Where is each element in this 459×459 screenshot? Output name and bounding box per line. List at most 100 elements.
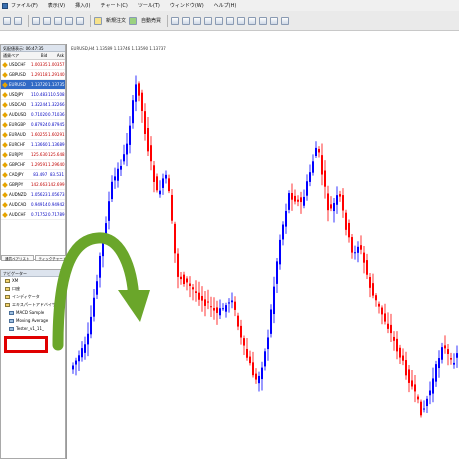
symbol-diamond-icon bbox=[2, 132, 8, 138]
candle-body bbox=[330, 204, 332, 209]
symbol-label: USDJPY bbox=[9, 92, 24, 97]
col-bid-header[interactable]: Bid bbox=[32, 52, 49, 59]
market-watch-row[interactable]: AUDCAD 0.94914 0.94942 bbox=[1, 200, 65, 210]
strategy-tester-button[interactable] bbox=[76, 16, 84, 25]
col-ask-header[interactable]: Ask bbox=[48, 52, 65, 59]
market-watch-row[interactable]: AUDUSD 0.71020 0.71036 bbox=[1, 110, 65, 120]
candle-body bbox=[456, 353, 458, 358]
symbol-label: EURJPY bbox=[9, 152, 24, 157]
candlestick-chart[interactable] bbox=[67, 44, 459, 459]
market-watch-row[interactable]: USDCAD 1.32244 1.32266 bbox=[1, 100, 65, 110]
candle-body bbox=[432, 378, 434, 394]
candle-body bbox=[357, 246, 359, 253]
bar-chart-button[interactable] bbox=[171, 16, 180, 25]
navigator-button[interactable] bbox=[54, 16, 62, 25]
ask-cell: 1.13735 bbox=[48, 82, 65, 87]
menu-chart[interactable]: チャート(C) bbox=[101, 2, 128, 9]
candle-body bbox=[447, 349, 449, 354]
chart-window[interactable]: EURUSD,H4 1.13589 1.13746 1.13590 1.1373… bbox=[66, 44, 459, 459]
candle-body bbox=[129, 125, 131, 145]
navigator-expert-item[interactable]: MACD Sample bbox=[1, 309, 65, 317]
menu-file[interactable]: ファイル(F) bbox=[11, 2, 38, 9]
navigator-folder-item[interactable]: XM bbox=[1, 277, 65, 285]
symbol-cell: EURJPY bbox=[1, 150, 31, 159]
navigator-folder-item[interactable]: エキスパートアドバイザ bbox=[1, 301, 65, 309]
market-watch-row[interactable]: GBPCHF 1.29591 1.29640 bbox=[1, 160, 65, 170]
market-watch-row[interactable]: EURAUD 1.60255 1.60291 bbox=[1, 130, 65, 140]
candle-body bbox=[387, 323, 389, 329]
ask-cell: 1.13689 bbox=[48, 142, 65, 147]
candle-body bbox=[303, 196, 305, 206]
line-chart-button[interactable] bbox=[193, 16, 202, 25]
candle-body bbox=[234, 301, 236, 310]
menu-insert[interactable]: 挿入(I) bbox=[75, 2, 90, 9]
expert-icon bbox=[9, 327, 14, 331]
symbol-label: EURCHF bbox=[9, 142, 26, 147]
navigator-expert-item[interactable]: Tester_v1_11_ bbox=[1, 325, 65, 333]
candle-body bbox=[441, 347, 443, 360]
market-watch-row[interactable]: EURJPY 125.630 125.648 bbox=[1, 150, 65, 160]
candle-body bbox=[372, 283, 374, 296]
candle-body bbox=[342, 195, 344, 211]
market-watch-row[interactable]: AUDNZD 1.05623 1.05673 bbox=[1, 190, 65, 200]
candle-body bbox=[207, 301, 209, 303]
market-watch-row[interactable]: GBPUSD 1.29118 1.29140 bbox=[1, 70, 65, 80]
bid-cell: 1.13720 bbox=[31, 82, 48, 87]
navigator-item-label: XM bbox=[12, 278, 19, 283]
terminal-button[interactable] bbox=[65, 16, 73, 25]
market-watch-row[interactable]: GBPJPY 142.663 142.699 bbox=[1, 180, 65, 190]
market-watch-row[interactable]: EURUSD 1.13720 1.13735 bbox=[1, 80, 65, 90]
menu-help[interactable]: ヘルプ(H) bbox=[214, 2, 237, 9]
candle-body bbox=[414, 384, 416, 392]
bid-cell: 1.29591 bbox=[31, 162, 48, 167]
bid-cell: 1.29118 bbox=[31, 72, 48, 77]
bid-cell: 142.663 bbox=[31, 182, 48, 187]
candle-body bbox=[339, 194, 341, 197]
ask-cell: 1.29640 bbox=[48, 162, 65, 167]
zoom-in-button[interactable] bbox=[204, 16, 213, 25]
market-watch-row[interactable]: USDCHF 1.00335 1.00357 bbox=[1, 60, 65, 70]
market-watch-row[interactable]: EURCHF 1.13660 1.13689 bbox=[1, 140, 65, 150]
folder-icon bbox=[5, 303, 10, 307]
new-chart-button[interactable] bbox=[3, 16, 11, 25]
navigator-folder-item[interactable]: 口座 bbox=[1, 285, 65, 293]
navigator-item-label: インディケータ bbox=[12, 294, 40, 299]
symbol-diamond-icon bbox=[2, 72, 8, 78]
zoom-out-button[interactable] bbox=[215, 16, 224, 25]
menu-tools[interactable]: ツール(T) bbox=[138, 2, 160, 9]
auto-trading-button[interactable]: 自動売買 bbox=[141, 17, 161, 24]
tab-tick-chart[interactable]: ティックチャート bbox=[34, 255, 71, 261]
market-watch-row[interactable]: EURGBP 0.87924 0.87945 bbox=[1, 120, 65, 130]
market-watch-row[interactable]: USDJPY 110.483 110.508 bbox=[1, 90, 65, 100]
profiles-button[interactable] bbox=[14, 16, 22, 25]
candle-body bbox=[198, 292, 200, 300]
expert-icon bbox=[9, 311, 14, 315]
candle-body bbox=[201, 295, 203, 301]
symbol-cell: USDCAD bbox=[1, 100, 31, 109]
menu-view[interactable]: 表示(V) bbox=[48, 2, 65, 9]
navigator-expert-item[interactable]: Moving Average bbox=[1, 317, 65, 325]
market-watch-button[interactable] bbox=[32, 16, 40, 25]
tab-symbols[interactable]: 通貨ペアリスト bbox=[1, 255, 34, 261]
candle-body bbox=[189, 283, 191, 287]
periods-button[interactable] bbox=[270, 16, 279, 25]
candle-body bbox=[219, 308, 221, 316]
candlestick-button[interactable] bbox=[182, 16, 191, 25]
symbol-diamond-icon bbox=[2, 142, 8, 148]
symbol-diamond-icon bbox=[2, 212, 8, 218]
navigator-folder-item[interactable]: インディケータ bbox=[1, 293, 65, 301]
candle-body bbox=[237, 315, 239, 327]
new-order-button[interactable]: 新規注文 bbox=[106, 17, 126, 24]
templates-button[interactable] bbox=[281, 16, 290, 25]
tile-windows-button[interactable] bbox=[226, 16, 235, 25]
autoscroll-button[interactable] bbox=[237, 16, 246, 25]
symbol-cell: EURCHF bbox=[1, 140, 31, 149]
market-watch-row[interactable]: CADJPY 83.497 83.531 bbox=[1, 170, 65, 180]
candle-body bbox=[132, 100, 134, 124]
market-watch-row[interactable]: AUDCHF 0.71752 0.71789 bbox=[1, 210, 65, 220]
col-symbol-header[interactable]: 通貨ペア bbox=[1, 52, 32, 59]
data-window-button[interactable] bbox=[43, 16, 51, 25]
menu-window[interactable]: ウィンドウ(W) bbox=[170, 2, 204, 9]
chart-shift-button[interactable] bbox=[248, 16, 257, 25]
indicators-button[interactable] bbox=[259, 16, 268, 25]
